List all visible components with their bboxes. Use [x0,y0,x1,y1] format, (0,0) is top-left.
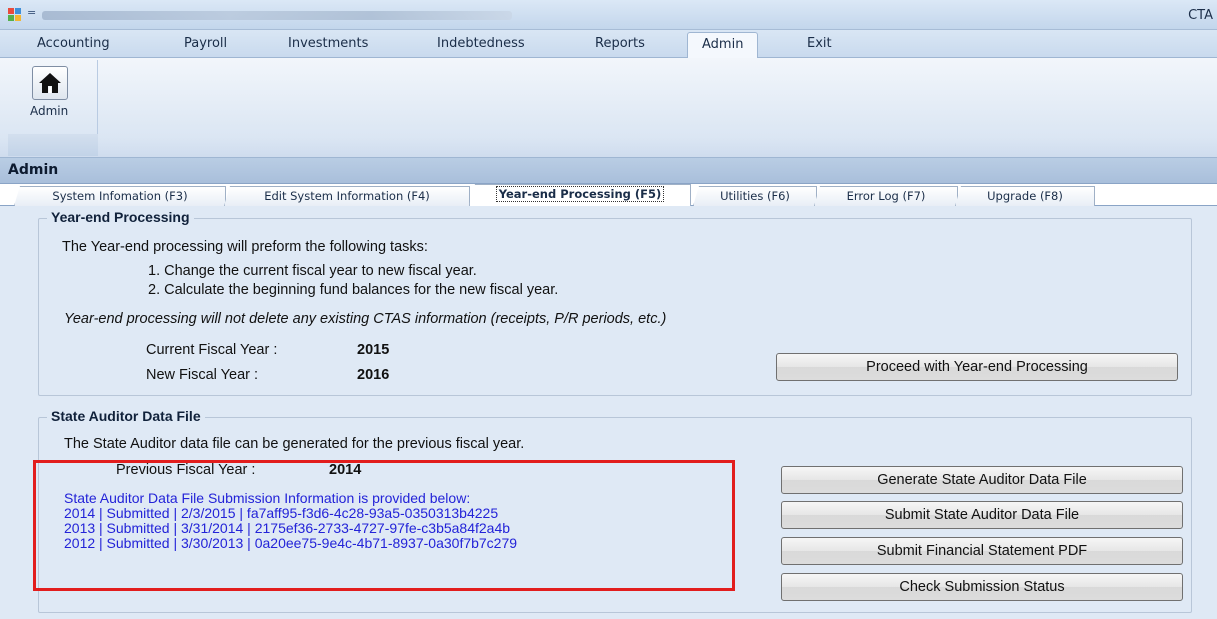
sub-tab-strip: System Infomation (F3) Edit System Infor… [0,184,1217,206]
current-fiscal-year-label: Current Fiscal Year : [146,342,278,358]
new-fiscal-year-label: New Fiscal Year : [146,367,259,383]
tab-label: System Infomation (F3) [52,189,188,203]
new-fiscal-year-value: 2016 [357,367,390,383]
section-title: Admin [8,162,59,178]
tab-label: Upgrade (F8) [987,189,1063,203]
state-auditor-legend: State Auditor Data File [47,408,205,424]
year-end-task-1: 1. Change the current fiscal year to new… [148,263,477,279]
tab-label: Edit System Information (F4) [264,189,430,203]
ribbon: Admin [0,58,1217,158]
state-auditor-intro: The State Auditor data file can be gener… [64,436,525,452]
quick-access-toolbar[interactable]: = [27,6,36,19]
proceed-year-end-button[interactable]: Proceed with Year-end Processing [776,353,1178,381]
year-end-legend: Year-end Processing [47,209,194,225]
tab-utilities[interactable]: Utilities (F6) [693,186,817,206]
admin-home-button[interactable] [32,66,68,100]
tab-label: Error Log (F7) [846,189,926,203]
year-end-intro: The Year-end processing will preform the… [62,239,428,255]
window-title: CTA [1188,8,1213,23]
ribbon-group-footer [8,134,98,156]
tab-edit-system-information[interactable]: Edit System Information (F4) [224,186,470,206]
red-highlight-box [33,460,735,591]
current-fiscal-year-value: 2015 [357,342,390,358]
menu-investments[interactable]: Investments [288,36,368,51]
menu-admin[interactable]: Admin [687,32,759,59]
blurred-window-title [42,11,512,20]
app-icon[interactable] [8,8,22,22]
menu-payroll[interactable]: Payroll [184,36,227,51]
menu-accounting[interactable]: Accounting [37,36,110,51]
year-end-note: Year-end processing will not delete any … [64,311,667,327]
title-bar: = CTA [0,0,1217,30]
tab-system-information[interactable]: System Infomation (F3) [14,186,226,206]
menu-bar: Accounting Payroll Investments Indebtedn… [0,30,1217,59]
menu-exit[interactable]: Exit [807,36,832,51]
menu-indebtedness[interactable]: Indebtedness [437,36,525,51]
year-end-task-2: 2. Calculate the beginning fund balances… [148,282,559,298]
generate-data-file-button[interactable]: Generate State Auditor Data File [781,466,1183,494]
section-header: Admin [0,158,1217,184]
admin-button-label: Admin [30,104,69,118]
ribbon-group-admin: Admin [8,60,98,156]
tab-label: Utilities (F6) [720,189,790,203]
check-submission-status-button[interactable]: Check Submission Status [781,573,1183,601]
submit-data-file-button[interactable]: Submit State Auditor Data File [781,501,1183,529]
tab-upgrade[interactable]: Upgrade (F8) [955,186,1095,206]
home-icon [39,73,61,93]
submit-financial-pdf-button[interactable]: Submit Financial Statement PDF [781,537,1183,565]
tab-year-end-processing[interactable]: Year-end Processing (F5) [469,184,691,206]
menu-reports[interactable]: Reports [595,36,645,51]
tab-label: Year-end Processing (F5) [495,186,665,202]
tab-error-log[interactable]: Error Log (F7) [814,186,958,206]
